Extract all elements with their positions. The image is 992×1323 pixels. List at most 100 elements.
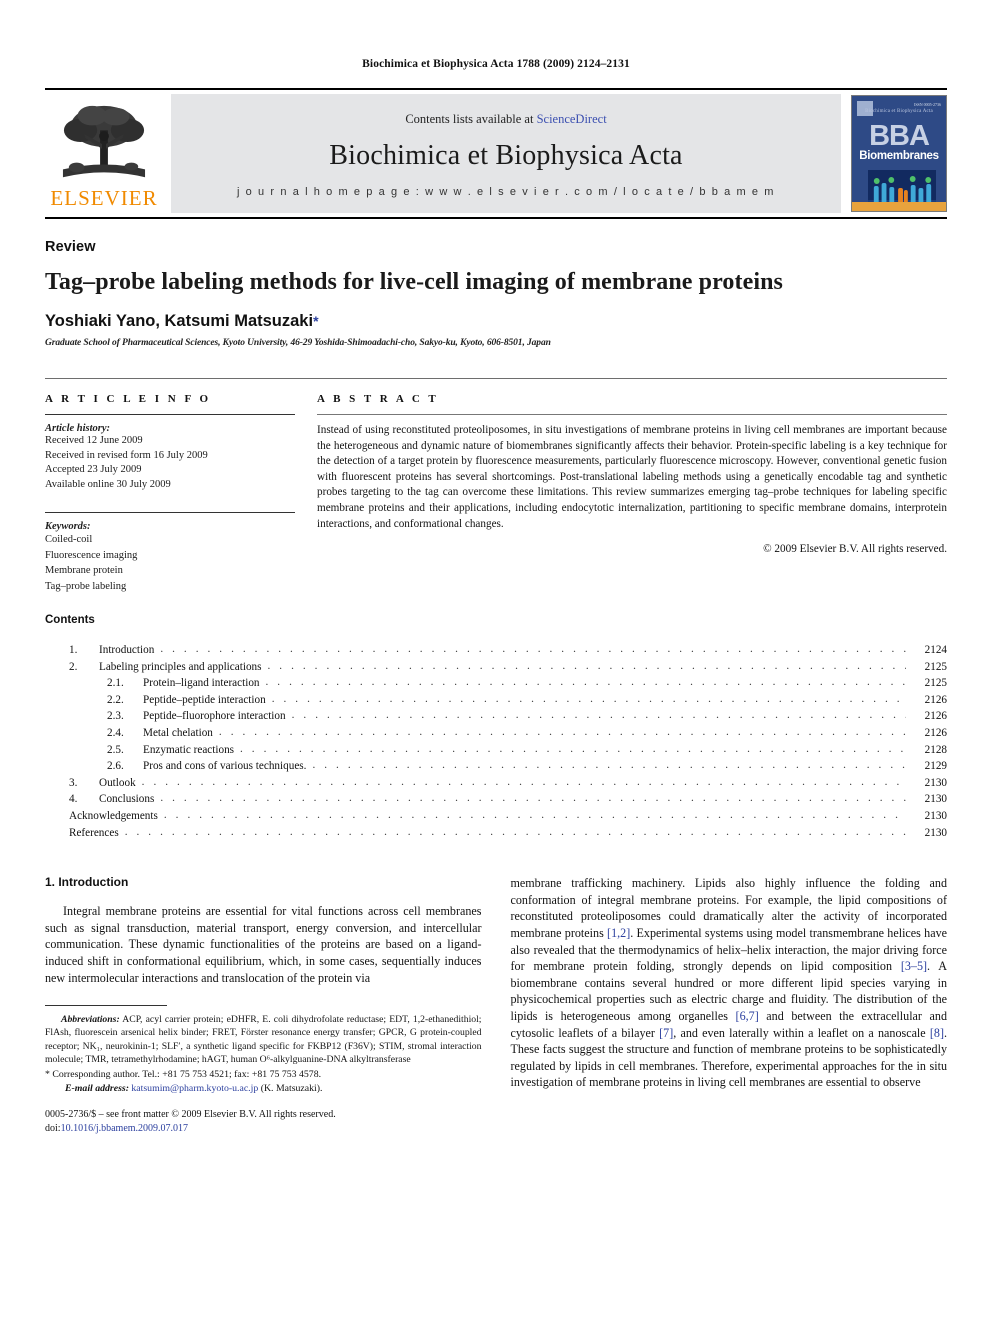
elsevier-wordmark: ELSEVIER <box>50 185 158 210</box>
contents-entry-label: Peptide–fluorophore interaction <box>143 710 286 723</box>
contents-entry[interactable]: References . . . . . . . . . . . . . . . … <box>45 825 947 842</box>
abstract-column: A B S T R A C T Instead of using reconst… <box>317 393 947 594</box>
elsevier-logo: ELSEVIER <box>45 90 163 217</box>
citation-ref[interactable]: [8] <box>930 1026 944 1040</box>
author-affiliation: Graduate School of Pharmaceutical Scienc… <box>45 338 551 349</box>
cover-issn: ISSN 0005-2736 <box>913 102 941 107</box>
article-info-heading: A R T I C L E I N F O <box>45 393 212 406</box>
cover-acronym: BBA <box>869 120 930 152</box>
journal-masthead: ELSEVIER Contents lists available at Sci… <box>45 88 947 219</box>
contents-available-text: Contents lists available at <box>405 111 537 126</box>
corresponding-author-marker: * <box>313 313 319 330</box>
cover-top-caption: Biochimica et Biophysica Acta <box>865 109 933 114</box>
citation-ref[interactable]: [6,7] <box>736 1009 759 1023</box>
email-note: E-mail address: katsumim@pharm.kyoto-u.a… <box>45 1082 482 1096</box>
cover-footer-band <box>852 202 946 211</box>
abstract-copyright: © 2009 Elsevier B.V. All rights reserved… <box>763 543 947 556</box>
contents-entry-page: 2126 <box>924 693 947 706</box>
contents-entry[interactable]: Acknowledgements . . . . . . . . . . . . … <box>45 808 947 825</box>
contents-entry-page: 2130 <box>924 810 947 823</box>
keywords-label: Keywords: <box>45 521 91 533</box>
contents-leader-dots: . . . . . . . . . . . . . . . . . . . . … <box>240 742 906 755</box>
contents-list: 1. Introduction . . . . . . . . . . . . . … <box>45 642 947 841</box>
footnote-rule <box>45 1004 167 1006</box>
contents-entry-page: 2124 <box>924 644 947 657</box>
contents-leader-dots: . . . . . . . . . . . . . . . . . . . . … <box>141 775 906 788</box>
article-type: Review <box>45 239 96 255</box>
doi-link[interactable]: 10.1016/j.bbamem.2009.07.017 <box>61 1123 189 1134</box>
contents-entry-page: 2125 <box>924 660 947 673</box>
contents-entry-number: 1. <box>69 644 78 657</box>
contents-entry-label: Protein–ligand interaction <box>143 677 260 690</box>
contents-entry[interactable]: 3. Outlook . . . . . . . . . . . . . . . .… <box>45 775 947 792</box>
journal-band: Contents lists available at ScienceDirec… <box>171 94 841 213</box>
article-history-item: Received in revised form 16 July 2009 <box>45 449 208 461</box>
contents-entry[interactable]: 2.3. Peptide–fluorophore interaction . . .… <box>45 708 947 725</box>
table-of-contents: Contents 1. Introduction . . . . . . . . .… <box>45 614 947 841</box>
citation-ref[interactable]: [3–5] <box>901 959 927 973</box>
article-history-item: Received 12 June 2009 <box>45 435 143 447</box>
contents-entry[interactable]: 2. Labeling principles and applications . … <box>45 659 947 676</box>
citation-ref[interactable]: [7] <box>659 1026 673 1040</box>
contents-entry-number: 2.6. <box>107 760 124 773</box>
contents-leader-dots: . . . . . . . . . . . . . . . . . . . . … <box>265 676 906 689</box>
contents-entry-label: Metal chelation <box>143 727 213 740</box>
abstract-rule <box>317 414 947 416</box>
contents-entry[interactable]: 2.1. Protein–ligand interaction . . . . . … <box>45 675 947 692</box>
contents-entry[interactable]: 1. Introduction . . . . . . . . . . . . . … <box>45 642 947 659</box>
contents-leader-dots: . . . . . . . . . . . . . . . . . . . . … <box>218 726 906 739</box>
author-names: Yoshiaki Yano, Katsumi Matsuzaki <box>45 312 314 331</box>
contents-entry-number: 3. <box>69 776 78 789</box>
email-owner: (K. Matsuzaki). <box>260 1082 323 1094</box>
contents-entry-page: 2130 <box>924 826 947 839</box>
intro-paragraph-left: Integral membrane proteins are essential… <box>45 904 482 985</box>
contents-entry[interactable]: 4. Conclusions . . . . . . . . . . . . . .… <box>45 791 947 808</box>
body-column-right: membrane trafficking machinery. Lipids a… <box>511 875 948 1136</box>
contents-entry-label: Pros and cons of various techniques. <box>143 760 307 773</box>
contents-leader-dots: . . . . . . . . . . . . . . . . . . . . … <box>312 759 906 772</box>
abstract-heading: A B S T R A C T <box>317 393 439 406</box>
contents-entry-number: 2.4. <box>107 727 124 740</box>
contents-entry-label: Peptide–peptide interaction <box>143 693 266 706</box>
article-history-item: Accepted 23 July 2009 <box>45 464 142 476</box>
section-heading-introduction: 1. Introduction <box>45 875 129 890</box>
article-info-rule <box>45 414 295 416</box>
abbreviations-label: Abbreviations: <box>61 1013 120 1025</box>
contents-heading: Contents <box>45 614 95 627</box>
contents-entry-page: 2126 <box>924 727 947 740</box>
contents-entry[interactable]: 2.6. Pros and cons of various techniques.… <box>45 758 947 775</box>
citation-ref[interactable]: [1,2] <box>607 926 630 940</box>
author-list: Yoshiaki Yano, Katsumi Matsuzaki* <box>45 312 947 331</box>
corresponding-author-note: * Corresponding author. Tel.: +81 75 753… <box>45 1068 322 1080</box>
contents-entry-page: 2129 <box>924 760 947 773</box>
contents-entry-label: Conclusions <box>99 793 155 806</box>
article-history-label: Article history: <box>45 423 111 435</box>
contents-entry[interactable]: 2.5. Enzymatic reactions . . . . . . . . .… <box>45 742 947 759</box>
contents-entry-number: 2. <box>69 660 78 673</box>
journal-homepage-line[interactable]: j o u r n a l h o m e p a g e : w w w . … <box>237 186 775 198</box>
doi-prefix: doi: <box>45 1123 61 1135</box>
contents-entry[interactable]: 2.4. Metal chelation . . . . . . . . . . .… <box>45 725 947 742</box>
sciencedirect-link[interactable]: ScienceDirect <box>537 112 607 126</box>
body-column-left: 1. Introduction Integral membrane protei… <box>45 875 482 1136</box>
email-label: E-mail address: <box>65 1082 129 1094</box>
contents-entry-number: 2.3. <box>107 710 124 723</box>
contents-entry-number: 2.2. <box>107 693 124 706</box>
contents-entry-page: 2128 <box>924 743 947 756</box>
article-info-column: A R T I C L E I N F O Article history: R… <box>45 393 295 594</box>
article-title: Tag–probe labeling methods for live-cell… <box>45 269 783 295</box>
keyword-item: Fluorescence imaging <box>45 549 138 561</box>
abbreviations-note: Abbreviations: ACP, acyl carrier protein… <box>45 1013 482 1067</box>
contents-leader-dots: . . . . . . . . . . . . . . . . . . . . … <box>271 692 906 705</box>
contents-entry-label: Enzymatic reactions <box>143 743 235 756</box>
contents-entry-label: Outlook <box>99 776 136 789</box>
contents-entry-page: 2126 <box>924 710 947 723</box>
info-abstract-block: A R T I C L E I N F O Article history: R… <box>45 378 947 594</box>
email-address-link[interactable]: katsumim@pharm.kyoto-u.ac.jp <box>131 1083 258 1094</box>
running-head: Biochimica et Biophysica Acta 1788 (2009… <box>362 58 630 70</box>
journal-article-page: Biochimica et Biophysica Acta 1788 (2009… <box>0 0 992 1323</box>
keywords-rule <box>45 512 295 514</box>
contents-entry[interactable]: 2.2. Peptide–peptide interaction . . . . .… <box>45 692 947 709</box>
contents-leader-dots: . . . . . . . . . . . . . . . . . . . . … <box>267 659 906 672</box>
contents-leader-dots: . . . . . . . . . . . . . . . . . . . . … <box>124 825 906 838</box>
